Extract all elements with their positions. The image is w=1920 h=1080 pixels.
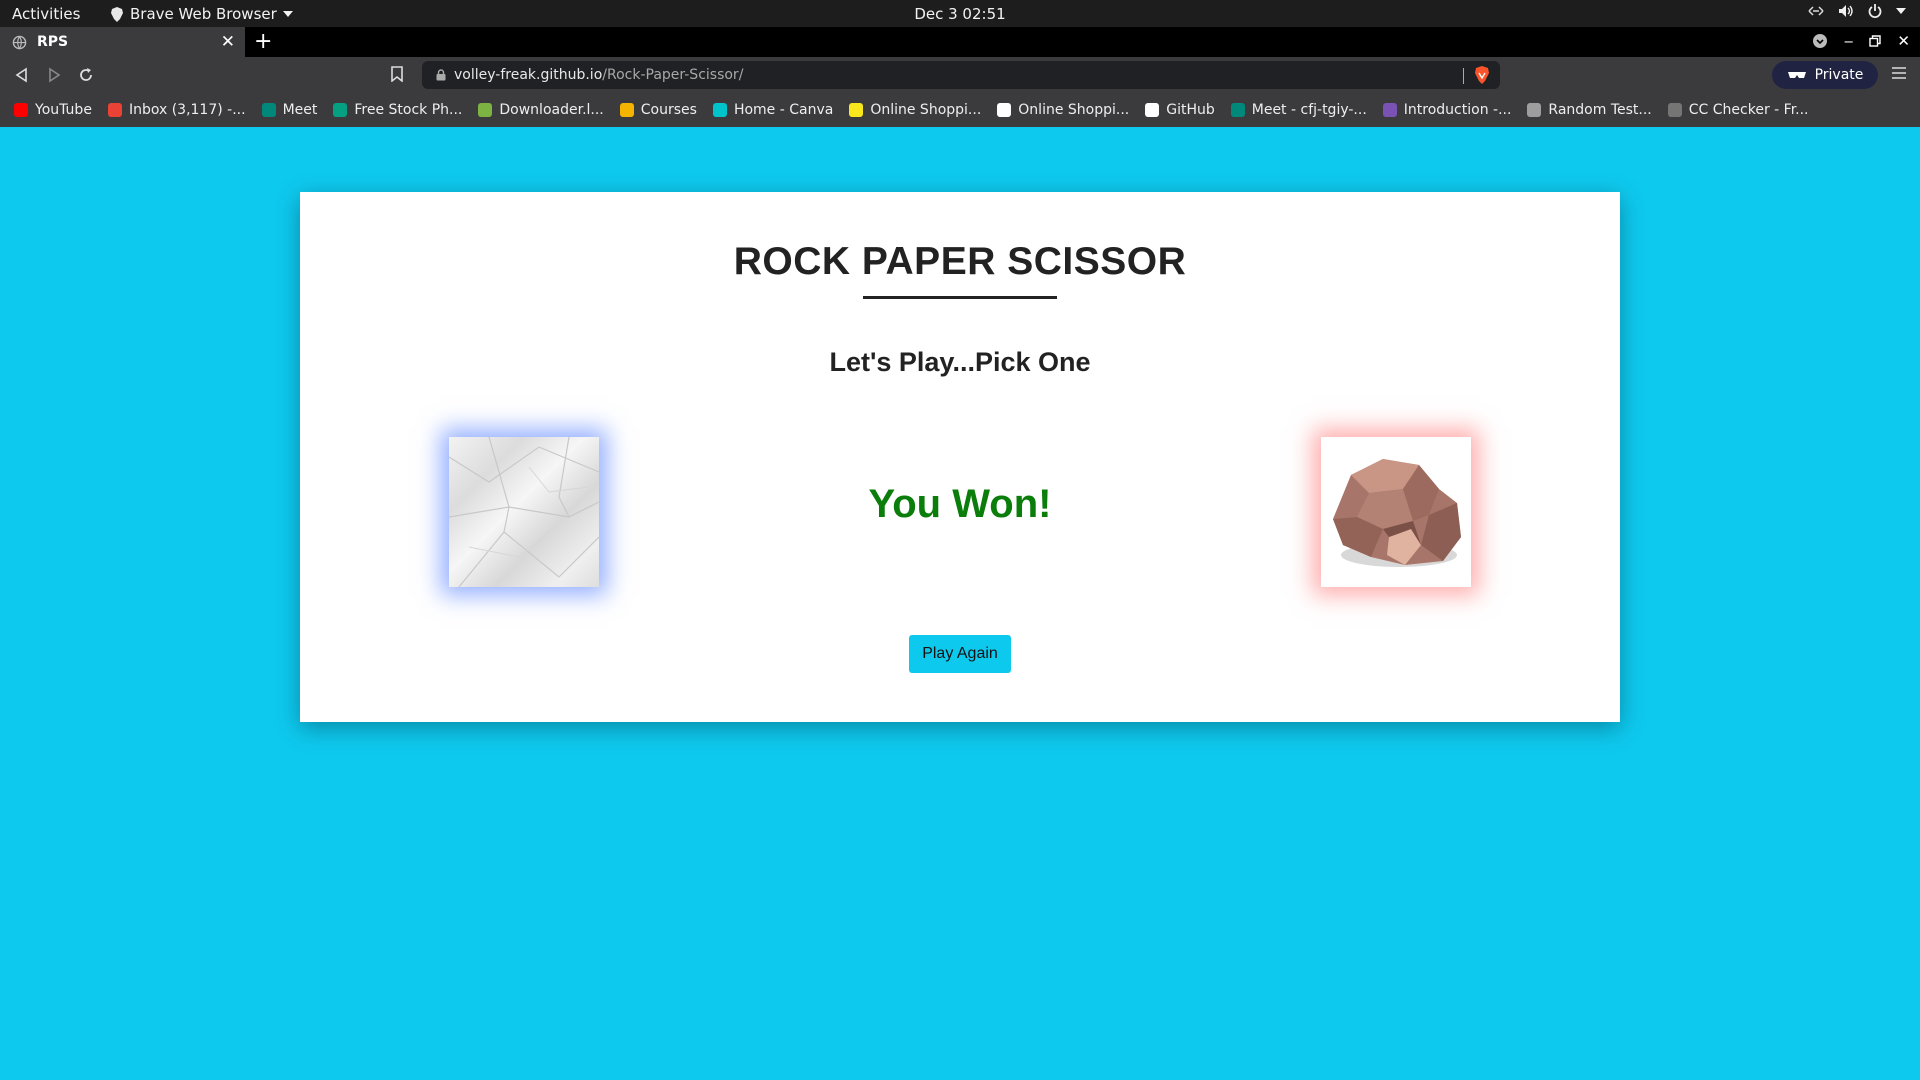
bookmark-favicon-icon	[619, 103, 634, 117]
bookmark-item[interactable]: CC Checker - Fr...	[1667, 102, 1809, 118]
bookmark-favicon-icon	[849, 103, 864, 117]
bookmark-favicon-icon	[107, 103, 122, 117]
bookmark-item[interactable]: YouTube	[14, 102, 92, 118]
page-background: ROCK PAPER SCISSOR Let's Play...Pick One…	[0, 127, 1920, 1080]
bookmark-label: Online Shoppi...	[870, 102, 982, 118]
address-bar[interactable]: volley-freak.github.io/Rock-Paper-Scisso…	[422, 61, 1500, 89]
play-again-button[interactable]: Play Again	[909, 635, 1011, 673]
brave-shields-icon[interactable]	[1474, 66, 1490, 84]
clock[interactable]: Dec 3 02:51	[914, 5, 1005, 23]
bookmark-favicon-icon	[712, 103, 727, 117]
activities-button[interactable]: Activities	[12, 5, 80, 23]
hamburger-menu-icon[interactable]	[1892, 67, 1906, 79]
bookmark-item[interactable]: Inbox (3,117) -...	[107, 102, 246, 118]
new-tab-button[interactable]: +	[254, 29, 272, 54]
bookmark-item[interactable]: Online Shoppi...	[849, 102, 981, 118]
bookmark-item[interactable]: Introduction -...	[1382, 102, 1512, 118]
bookmark-label: Downloader.l...	[499, 102, 604, 118]
bookmark-icon[interactable]	[390, 66, 404, 82]
bookmark-item[interactable]: Meet - cfj-tgiy-...	[1230, 102, 1367, 118]
bookmark-favicon-icon	[478, 103, 493, 117]
bookmark-favicon-icon	[1145, 103, 1160, 117]
bookmark-label: Meet - cfj-tgiy-...	[1251, 102, 1367, 118]
back-icon[interactable]	[12, 65, 32, 85]
chevron-down-icon[interactable]	[1896, 8, 1906, 14]
bookmark-item[interactable]: GitHub	[1145, 102, 1215, 118]
globe-icon	[12, 35, 27, 50]
bookmark-item[interactable]: Home - Canva	[712, 102, 834, 118]
bookmark-label: Home - Canva	[733, 102, 834, 118]
url-text: volley-freak.github.io/Rock-Paper-Scisso…	[454, 67, 743, 83]
bookmark-label: Random Test...	[1548, 102, 1652, 118]
system-top-bar: Activities Brave Web Browser Dec 3 02:51	[0, 0, 1920, 27]
game-card: ROCK PAPER SCISSOR Let's Play...Pick One…	[300, 192, 1620, 722]
tab-rps[interactable]: RPS ✕	[0, 27, 245, 57]
url-host: volley-freak.github.io	[454, 67, 603, 83]
bookmark-item[interactable]: Free Stock Ph...	[333, 102, 462, 118]
bookmark-item[interactable]: Random Test...	[1527, 102, 1652, 118]
bookmark-item[interactable]: Meet	[261, 102, 318, 118]
tab-search-icon[interactable]	[1812, 33, 1828, 49]
power-icon[interactable]	[1868, 4, 1882, 18]
volume-icon[interactable]	[1838, 4, 1854, 18]
restore-icon[interactable]	[1869, 35, 1882, 47]
private-label: Private	[1814, 67, 1864, 83]
bookmark-label: Inbox (3,117) -...	[128, 102, 246, 118]
chevron-down-icon	[282, 11, 293, 17]
reload-icon[interactable]	[76, 65, 96, 85]
bookmark-label: Courses	[640, 102, 697, 118]
app-menu[interactable]: Brave Web Browser	[110, 5, 293, 23]
address-separator	[1463, 68, 1464, 84]
game-subtitle: Let's Play...Pick One	[829, 347, 1091, 377]
tab-title: RPS	[37, 34, 69, 50]
bookmark-favicon-icon	[1527, 103, 1542, 117]
bookmark-item[interactable]: Downloader.l...	[478, 102, 604, 118]
bookmark-favicon-icon	[333, 103, 348, 117]
bookmark-label: YouTube	[35, 102, 92, 118]
bookmark-item[interactable]: Courses	[619, 102, 697, 118]
bookmark-label: Free Stock Ph...	[354, 102, 463, 118]
lock-icon[interactable]	[436, 69, 446, 81]
title-underline	[863, 296, 1057, 299]
url-path: /Rock-Paper-Scissor/	[602, 67, 744, 83]
tab-strip: RPS ✕ + ‒ ✕	[0, 27, 1920, 57]
bookmarks-bar: YouTube Inbox (3,117) -... Meet Free Stock …	[0, 93, 1920, 127]
private-window-badge[interactable]: Private	[1772, 61, 1878, 89]
bookmark-favicon-icon	[1667, 103, 1682, 117]
bookmark-item[interactable]: Online Shoppi...	[997, 102, 1129, 118]
forward-icon[interactable]	[44, 65, 64, 85]
bookmark-label: Online Shoppi...	[1018, 102, 1130, 118]
private-glasses-icon	[1787, 72, 1806, 78]
bookmark-label: Meet	[282, 102, 318, 118]
bookmark-favicon-icon	[997, 103, 1012, 117]
bookmark-label: Introduction -...	[1403, 102, 1512, 118]
page-title: ROCK PAPER SCISSOR	[733, 240, 1187, 283]
close-tab-icon[interactable]: ✕	[221, 32, 235, 52]
minimize-icon[interactable]: ‒	[1844, 32, 1854, 50]
bookmark-favicon-icon	[261, 103, 276, 117]
bookmark-favicon-icon	[1382, 103, 1397, 117]
bookmark-favicon-icon	[1230, 103, 1245, 117]
app-menu-label: Brave Web Browser	[130, 5, 277, 23]
bookmark-favicon-icon	[14, 103, 28, 117]
network-icon[interactable]	[1808, 4, 1824, 18]
bookmark-label: GitHub	[1166, 102, 1215, 118]
rock-icon	[1333, 459, 1461, 567]
computer-choice-rock	[1321, 437, 1471, 587]
close-window-icon[interactable]: ✕	[1897, 32, 1910, 50]
bookmark-label: CC Checker - Fr...	[1688, 102, 1809, 118]
brave-app-icon	[111, 6, 123, 22]
navigation-bar: volley-freak.github.io/Rock-Paper-Scisso…	[0, 57, 1920, 93]
